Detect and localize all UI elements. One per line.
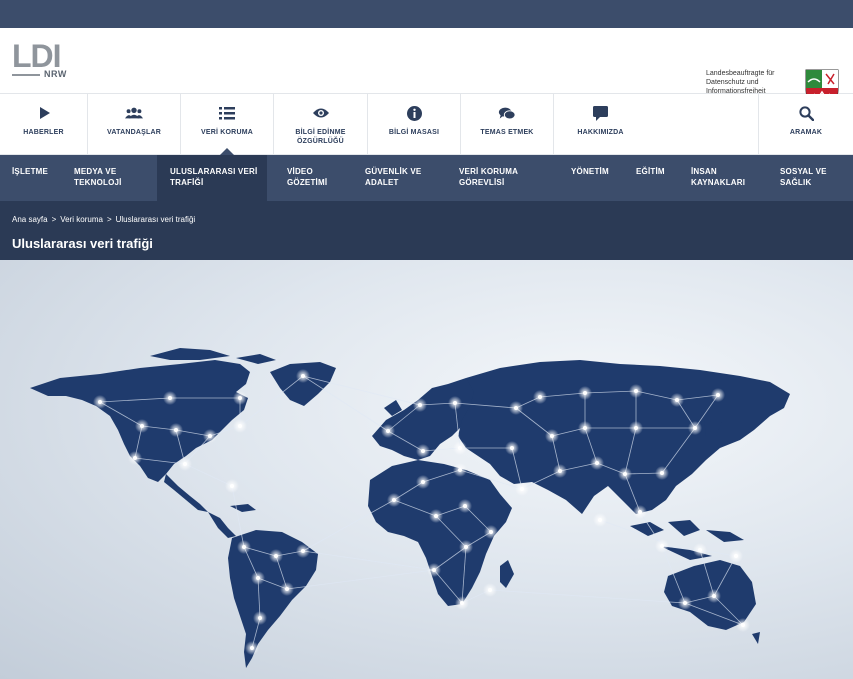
subnav-international-data-traffic[interactable]: ULUSLARARASI VERİ TRAFİĞİ (157, 155, 267, 201)
info-icon (405, 104, 423, 122)
nav-label: TEMAS ETMEK (480, 129, 534, 136)
subnav-administration[interactable]: YÖNETİM (571, 155, 621, 201)
logo-sub: NRW (44, 69, 67, 79)
breadcrumb-separator: > (51, 215, 57, 224)
subnav-video-surveillance[interactable]: VİDEO GÖZETİMİ (287, 155, 353, 201)
subnav-business[interactable]: İŞLETME (12, 155, 67, 201)
comment-icon (592, 104, 610, 122)
breadcrumb-data-protection[interactable]: Veri koruma (60, 215, 103, 224)
world-network-map (30, 348, 790, 668)
eye-icon (312, 104, 330, 122)
site-header: LDI NRW Landesbeauftragte für Datenschut… (0, 28, 853, 108)
breadcrumb-current: Uluslararası veri trafiği (115, 215, 196, 224)
sub-nav: İŞLETME MEDYA VE TEKNOLOJİ ULUSLARARASI … (0, 155, 853, 201)
ldi-logo[interactable]: LDI NRW (12, 40, 72, 84)
play-icon (35, 104, 53, 122)
list-icon (218, 104, 236, 122)
users-icon (125, 104, 143, 122)
main-nav: HABERLER VATANDAŞLAR VERİ KORUMA BİLGİ E… (0, 94, 853, 155)
authority-line: Landesbeauftragte für (706, 70, 775, 77)
nav-label: VATANDAŞLAR (107, 129, 161, 136)
nav-label: HABERLER (23, 129, 64, 136)
nav-search[interactable]: ARAMAK (758, 94, 853, 154)
nav-news[interactable]: HABERLER (0, 94, 88, 154)
subnav-security-justice[interactable]: GÜVENLİK VE ADALET (365, 155, 445, 201)
authority-line: Datenschutz und (706, 79, 759, 86)
subnav-social-health[interactable]: SOSYAL VE SAĞLIK (780, 155, 846, 201)
nav-data-protection[interactable]: VERİ KORUMA (181, 94, 274, 155)
hero-world-network-image (0, 260, 853, 679)
nav-label: BİLGİ EDİNME ÖZGÜRLÜĞÜ (295, 129, 346, 145)
chat-icon (498, 104, 516, 122)
nav-about[interactable]: HAKKIMIZDA (554, 94, 647, 154)
logo-text: LDI (12, 38, 62, 74)
title-bar: Ana sayfa > Veri koruma > Uluslararası veri … (0, 201, 853, 260)
subnav-human-resources[interactable]: İNSAN KAYNAKLARI (691, 155, 761, 201)
breadcrumb-home[interactable]: Ana sayfa (12, 215, 48, 224)
subnav-media-technology[interactable]: MEDYA VE TEKNOLOJİ (74, 155, 146, 201)
subnav-education[interactable]: EĞİTİM (636, 155, 681, 201)
logo-underline (12, 74, 40, 76)
subnav-data-protection-officer[interactable]: VERİ KORUMA GÖREVLİSİ (459, 155, 549, 201)
nav-label: ARAMAK (789, 129, 823, 136)
nav-contact[interactable]: TEMAS ETMEK (461, 94, 554, 154)
nav-label: VERİ KORUMA (201, 129, 253, 136)
authority-name: Landesbeauftragte für Datenschutz und In… (706, 69, 801, 96)
nav-citizens[interactable]: VATANDAŞLAR (88, 94, 181, 154)
breadcrumb-separator: > (106, 215, 112, 224)
page-title: Uluslararası veri trafiği (12, 236, 153, 251)
search-icon (797, 104, 815, 122)
top-bar (0, 0, 853, 28)
nav-label: HAKKIMIZDA (577, 129, 624, 136)
breadcrumb: Ana sayfa > Veri koruma > Uluslararası veri … (12, 215, 199, 224)
nav-label: BİLGİ MASASI (388, 129, 440, 136)
nav-freedom-of-information[interactable]: BİLGİ EDİNME ÖZGÜRLÜĞÜ (274, 94, 368, 154)
nav-info-desk[interactable]: BİLGİ MASASI (368, 94, 461, 154)
